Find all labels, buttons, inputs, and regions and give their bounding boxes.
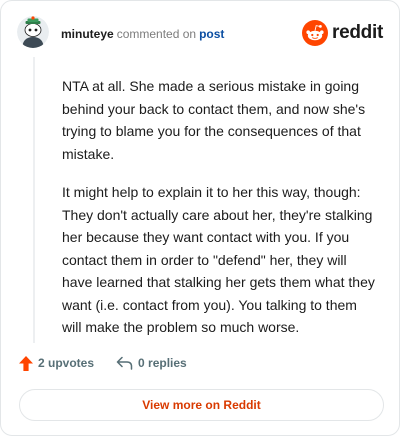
reddit-alien-icon xyxy=(302,20,329,46)
byline-action: commented on xyxy=(116,27,197,41)
comment-header: minuteye commented on post reddit xyxy=(17,16,383,52)
reddit-logo[interactable]: reddit xyxy=(302,19,383,47)
snoo-avatar-icon xyxy=(17,16,49,48)
thread-line xyxy=(33,57,35,343)
byline: minuteye commented on post xyxy=(61,26,224,42)
avatar[interactable] xyxy=(17,16,49,48)
comment-footer: 2 upvotes 0 replies xyxy=(19,353,187,373)
post-link[interactable]: post xyxy=(199,27,224,41)
embedded-comment-card: minuteye commented on post reddit NTA at a… xyxy=(0,0,400,436)
reddit-wordmark: reddit xyxy=(332,22,383,43)
upvote-arrow-icon xyxy=(19,355,33,371)
upvote-button[interactable]: 2 upvotes xyxy=(19,355,95,371)
reply-button[interactable]: 0 replies xyxy=(116,356,187,370)
comment-body: NTA at all. She made a serious mistake i… xyxy=(62,75,380,355)
reply-count: 0 replies xyxy=(138,356,187,370)
reply-arrow-icon xyxy=(116,356,133,370)
view-more-button[interactable]: View more on Reddit xyxy=(19,389,384,421)
comment-paragraph: It might help to explain it to her this … xyxy=(62,184,375,335)
username-link[interactable]: minuteye xyxy=(61,27,114,41)
upvote-count: 2 upvotes xyxy=(38,356,95,370)
comment-paragraph: NTA at all. She made a serious mistake i… xyxy=(62,78,366,162)
